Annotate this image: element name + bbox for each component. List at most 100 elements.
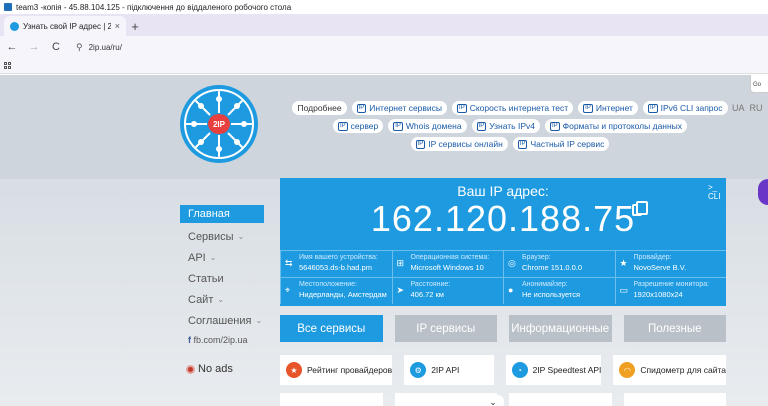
remote-desktop-title: team3 -копія - 45.88.104.125 - підключен… <box>16 2 292 12</box>
remote-desktop-title-bar: team3 -копія - 45.88.104.125 - підключен… <box>0 0 768 14</box>
lang-ua[interactable]: UA <box>732 103 745 113</box>
sidebar-item-articles[interactable]: Статьи <box>180 268 264 289</box>
ip-icon: IP <box>393 121 403 131</box>
info-location: ⌖ Местоположение: Нидерланды, Амстердам <box>280 277 392 304</box>
info-os: ⊞ Операционная система: Microsoft Windows … <box>391 250 503 277</box>
service-card[interactable] <box>509 393 612 406</box>
nav-link-internet-services[interactable]: IP Интернет сервисы <box>351 101 448 115</box>
sidebar-item-agreements[interactable]: Соглашения ⌄ <box>180 310 264 331</box>
reload-button[interactable]: C <box>50 41 62 53</box>
service-card[interactable] <box>623 393 726 406</box>
ip-icon: IP <box>337 121 348 131</box>
nav-link-ip-services-online[interactable]: IP IP сервисы онлайн <box>410 137 508 151</box>
navigation-arrow-icon: ➤ <box>396 285 405 295</box>
chevron-down-icon: ⌄ <box>255 316 263 325</box>
nav-link-speed-test[interactable]: IP Скорость интернета тест <box>452 101 574 115</box>
tab-all-services[interactable]: Все сервисы <box>280 315 383 342</box>
speedtest-icon: ◔ <box>511 362 528 378</box>
sidebar-item-site[interactable]: Сайт ⌄ <box>180 289 264 310</box>
apps-grid-icon[interactable] <box>4 62 11 69</box>
ip-icon: IP <box>356 103 367 113</box>
info-anonymizer: ● Анонимайзер: Не используется <box>503 277 615 304</box>
language-switcher: UA RU <box>732 103 763 113</box>
info-browser: ◎ Браузер: Chrome 151.0.0.0 <box>503 250 615 277</box>
ip-icon: IP <box>647 103 658 113</box>
info-device-name: ⇆ Имя вашего устройства: 5646053.ds-b.had.… <box>280 250 392 277</box>
ip-icon: IP <box>415 139 426 149</box>
site-info-icon[interactable]: ⚲ <box>76 42 83 53</box>
info-distance: ➤ Расстояние: 406.72 км <box>391 277 503 304</box>
facebook-link[interactable]: f fb.com/2ip.ua <box>180 335 264 345</box>
nav-link-internet[interactable]: IP Интернет <box>578 101 638 115</box>
tab-title: Узнать свой IP адрес | 2IP.ua <box>23 21 111 31</box>
shield-icon: ● <box>508 285 514 295</box>
bookmarks-bar <box>0 58 768 74</box>
info-provider: ★ Провайдер: NovoServe B.V. <box>614 250 726 277</box>
scroll-down-button[interactable]: ⌄ <box>482 395 504 406</box>
terminal-icon: >_ <box>708 183 718 192</box>
nav-link-details[interactable]: Подробнее <box>292 101 347 115</box>
tab-informational[interactable]: Информационные <box>509 315 612 342</box>
device-icon: ⇆ <box>285 258 293 268</box>
ip-icon: IP <box>583 103 593 113</box>
ip-address: 162.120.188.75 <box>370 198 636 239</box>
chevron-down-icon: ⌄ <box>217 295 225 304</box>
service-cards: ★ Рейтинг провайдеров ⚙ 2IP API ◔ 2IP Speed… <box>280 355 726 385</box>
service-card[interactable] <box>280 393 383 406</box>
star-icon: ★ <box>619 258 628 268</box>
card-speedtest-api[interactable]: ◔ 2IP Speedtest API <box>505 355 602 385</box>
ip-details-grid: ⇆ Имя вашего устройства: 5646053.ds-b.had.… <box>280 250 726 304</box>
close-tab-icon[interactable]: × <box>115 21 120 31</box>
tab-useful[interactable]: Полезные <box>623 315 726 342</box>
side-popup[interactable]: Go <box>750 75 768 93</box>
top-nav-links: Подробнее IP Интернет сервисы IP Скорость … <box>290 101 730 151</box>
lang-ru[interactable]: RU <box>750 103 763 113</box>
forward-button[interactable]: → <box>28 41 40 53</box>
service-category-tabs: Все сервисы IP сервисы Информационные По… <box>280 315 726 342</box>
sidebar-item-home[interactable]: Главная <box>180 205 264 223</box>
nav-link-ipv4[interactable]: IP Узнать IPv4 <box>471 119 540 133</box>
back-button[interactable]: ← <box>6 41 18 53</box>
copy-icon[interactable] <box>632 201 648 216</box>
info-resolution: ▭ Разрешение монитора: 1920x1080x24 <box>614 277 726 304</box>
ip-info-panel: Ваш IP адрес: >_ CLI 162.120.188.75 ⇆ Имя… <box>280 178 726 306</box>
browser-toolbar: ← → C ⚲ 2ip.ua/ru/ <box>0 36 768 58</box>
card-site-speedometer[interactable]: ◠ Спидометр для сайта <box>613 355 726 385</box>
address-bar[interactable]: ⚲ 2ip.ua/ru/ <box>72 39 122 55</box>
speedometer-icon: ◠ <box>619 362 636 378</box>
ip-panel-title: Ваш IP адрес: <box>457 183 549 199</box>
ip-icon: IP <box>457 103 467 113</box>
rating-star-icon: ★ <box>286 362 302 378</box>
nav-link-formats[interactable]: IP Форматы и протоколы данных <box>544 119 688 133</box>
floating-extension-button[interactable] <box>758 179 768 205</box>
nav-link-ipv6-cli[interactable]: IP IPv6 CLI запрос <box>642 101 728 115</box>
chevron-down-icon: ⌄ <box>237 232 245 241</box>
remote-desktop-icon <box>4 3 12 11</box>
new-tab-button[interactable]: + <box>126 16 144 36</box>
nav-link-whois[interactable]: IP Whois домена <box>388 119 467 133</box>
chevron-down-icon: ⌄ <box>209 253 217 262</box>
ip-icon: IP <box>517 139 528 149</box>
nav-link-server[interactable]: IP сервер <box>332 119 384 133</box>
ip-icon: IP <box>476 121 487 131</box>
browser-tab[interactable]: Узнать свой IP адрес | 2IP.ua × <box>4 16 126 36</box>
sidebar-item-api[interactable]: API ⌄ <box>180 247 264 268</box>
nav-link-private-ip[interactable]: IP Частный IP сервис <box>512 137 610 151</box>
location-pin-icon: ⌖ <box>285 285 291 295</box>
ip-icon: IP <box>549 121 560 131</box>
logo-badge: 2IP <box>208 114 230 134</box>
site-logo[interactable]: 2IP <box>180 85 258 163</box>
sidebar-menu: Главная Сервисы ⌄ API ⌄ Статьи Сайт ⌄ Согла… <box>180 205 264 375</box>
site-favicon <box>10 21 19 31</box>
chrome-icon: ◎ <box>508 258 516 268</box>
url-text: 2ip.ua/ru/ <box>88 42 122 52</box>
card-provider-rating[interactable]: ★ Рейтинг провайдеров <box>280 355 393 385</box>
sidebar-item-services[interactable]: Сервисы ⌄ <box>180 226 264 247</box>
no-ads-icon <box>186 364 195 374</box>
no-ads-button[interactable]: No ads <box>180 363 264 375</box>
card-2ip-api[interactable]: ⚙ 2IP API <box>404 355 494 385</box>
browser-tab-strip: Узнать свой IP адрес | 2IP.ua × + <box>0 14 768 36</box>
facebook-icon: f <box>188 335 191 345</box>
tab-ip-services[interactable]: IP сервисы <box>394 315 497 342</box>
web-page: 2IP Подробнее IP Интернет сервисы IP Скоро… <box>0 75 768 406</box>
